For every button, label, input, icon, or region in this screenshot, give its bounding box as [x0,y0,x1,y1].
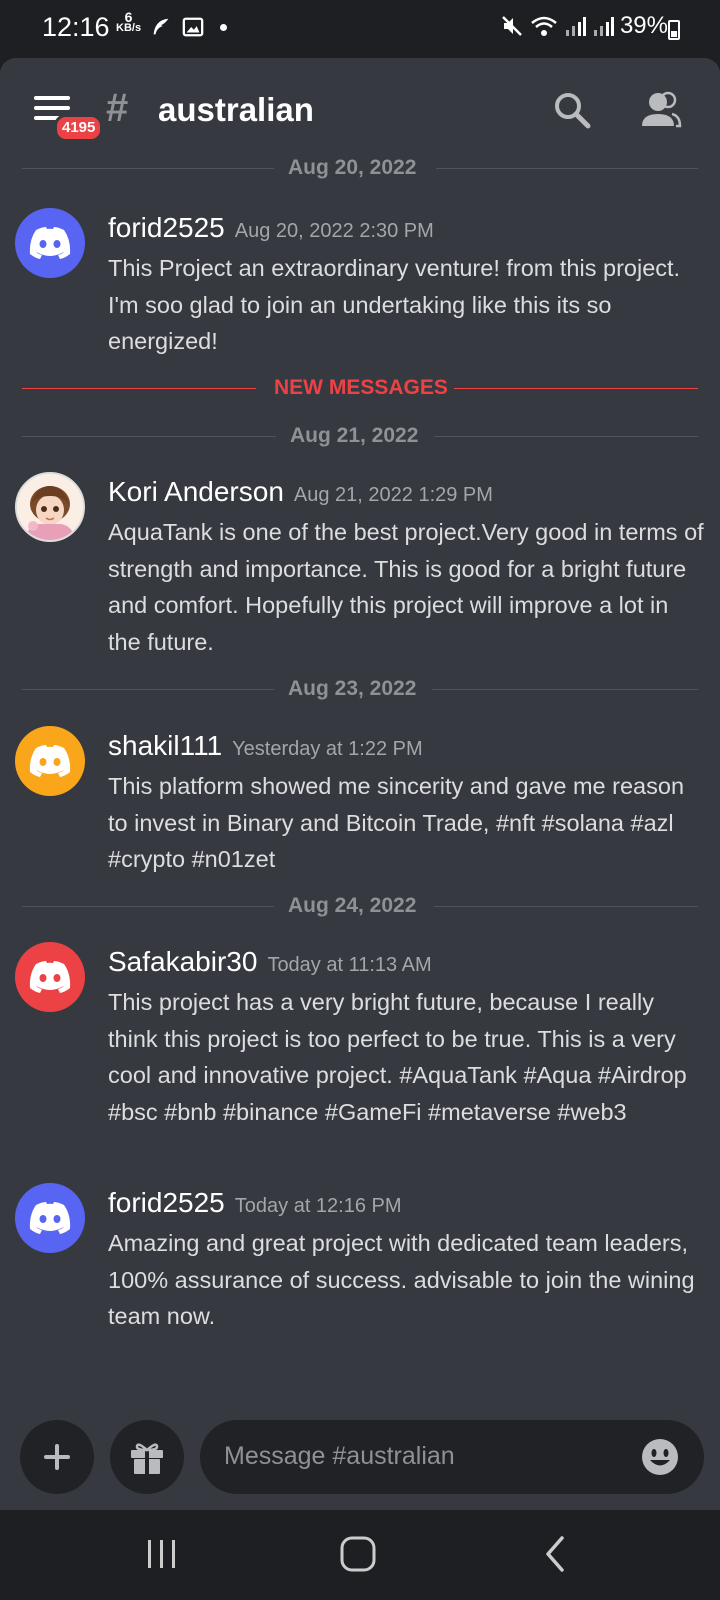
message-text: This Project an extraordinary venture! f… [108,255,681,354]
message-timestamp: Aug 20, 2022 2:30 PM [234,220,434,242]
wifi-icon [531,16,557,36]
channel-title[interactable]: australian [158,91,314,129]
gift-icon [131,1443,163,1474]
plus-icon [44,1444,70,1470]
date-divider: Aug 21, 2022 [22,424,698,447]
avatar[interactable] [15,942,85,1012]
new-messages-divider: NEW MESSAGES [22,376,698,399]
new-messages-label: NEW MESSAGES [274,376,448,399]
feather-icon [153,18,169,35]
date-divider-label: Aug 20, 2022 [288,156,417,179]
battery-percent: 39% [619,12,668,39]
notification-icons [150,16,227,38]
date-divider-label: Aug 21, 2022 [290,424,419,447]
user-avatar-illustration-icon [17,474,83,540]
members-icon[interactable] [636,86,684,134]
status-time: 12:16 [42,12,110,42]
message-author[interactable]: Kori Anderson [108,476,284,507]
date-divider: Aug 23, 2022 [22,677,698,700]
discord-logo-icon [29,961,71,993]
network-speed: 6 KB/s [116,10,142,34]
android-nav-bar [0,1510,720,1600]
avatar[interactable] [15,208,85,278]
home-icon[interactable] [338,1534,378,1574]
channel-hash-icon: # [106,86,129,130]
status-bar: 12:16 6 KB/s 39% [0,0,720,58]
back-icon[interactable] [536,1534,576,1574]
message-author-line: forid2525 Aug 20, 2022 2:30 PM [108,212,434,244]
message-author[interactable]: Safakabir30 [108,946,257,977]
message-text: This platform showed me sincerity and ga… [108,773,685,872]
network-speed-unit: KB/s [116,22,142,34]
discord-logo-icon [29,227,71,259]
date-divider-label: Aug 23, 2022 [288,677,417,700]
message-input-placeholder: Message #australian [224,1442,455,1470]
date-divider-label: Aug 24, 2022 [288,894,417,917]
avatar[interactable] [15,726,85,796]
avatar[interactable] [15,472,85,542]
message-author[interactable]: forid2525 [108,212,225,243]
message-author-line: forid2525 Today at 12:16 PM [108,1187,402,1219]
signal-icon-2 [593,17,614,36]
message-author-line: Safakabir30 Today at 11:13 AM [108,946,432,978]
emoji-icon[interactable] [640,1437,680,1477]
discord-logo-icon [29,745,71,777]
mute-icon [502,16,522,36]
message-timestamp: Today at 11:13 AM [267,954,432,976]
discord-logo-icon [29,1202,71,1234]
channel-view: 4195 # australian Aug 20, 2022 forid2525… [0,58,720,1510]
date-divider: Aug 24, 2022 [22,894,698,917]
recent-apps-icon[interactable] [142,1534,182,1574]
more-notifications-dot [220,23,227,31]
unread-badge: 4195 [54,114,104,142]
add-attachment-button[interactable] [20,1420,94,1494]
channel-header: 4195 # australian [0,58,720,160]
message-text: Amazing and great project with dedicated… [108,1230,695,1329]
message-author[interactable]: shakil111 [108,730,222,761]
message-author-line: shakil111 Yesterday at 1:22 PM [108,730,423,762]
avatar[interactable] [15,1183,85,1253]
battery-icon [668,20,680,40]
date-divider: Aug 20, 2022 [22,156,698,179]
message-text: This project has a very bright future, b… [108,989,687,1125]
gift-button[interactable] [110,1420,184,1494]
message-timestamp: Today at 12:16 PM [234,1195,402,1217]
message-timestamp: Aug 21, 2022 1:29 PM [293,484,493,506]
message-timestamp: Yesterday at 1:22 PM [232,738,423,760]
message-text: AquaTank is one of the best project.Very… [108,519,704,655]
message-author-line: Kori Anderson Aug 21, 2022 1:29 PM [108,476,493,508]
image-icon [182,17,204,37]
search-icon[interactable] [548,86,596,134]
message-author[interactable]: forid2525 [108,1187,225,1218]
signal-icon-1 [565,17,586,36]
status-right-icons: 39% [500,12,668,40]
message-composer: Message #australian [0,1390,720,1510]
message-input[interactable]: Message #australian [200,1420,704,1494]
